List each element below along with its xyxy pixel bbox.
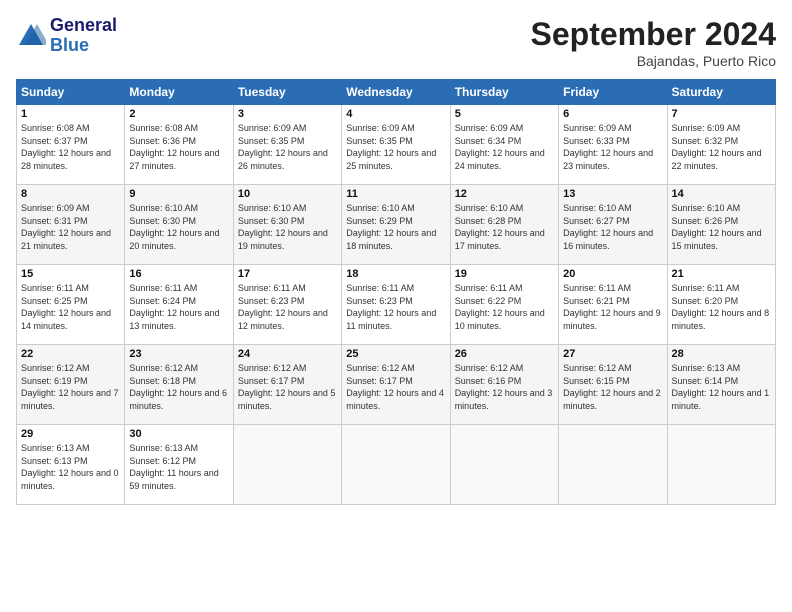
logo-text: General Blue [50, 16, 117, 56]
col-friday: Friday [559, 80, 667, 105]
day-cell-1: 1 Sunrise: 6:08 AMSunset: 6:37 PMDayligh… [17, 105, 125, 185]
day-cell-7: 7 Sunrise: 6:09 AMSunset: 6:32 PMDayligh… [667, 105, 775, 185]
day-cell-20: 20 Sunrise: 6:11 AMSunset: 6:21 PMDaylig… [559, 265, 667, 345]
day-cell-24: 24 Sunrise: 6:12 AMSunset: 6:17 PMDaylig… [233, 345, 341, 425]
day-cell-13: 13 Sunrise: 6:10 AMSunset: 6:27 PMDaylig… [559, 185, 667, 265]
day-cell-4: 4 Sunrise: 6:09 AMSunset: 6:35 PMDayligh… [342, 105, 450, 185]
day-cell-17: 17 Sunrise: 6:11 AMSunset: 6:23 PMDaylig… [233, 265, 341, 345]
page: General Blue September 2024 Bajandas, Pu… [0, 0, 792, 612]
empty-cell [342, 425, 450, 505]
col-wednesday: Wednesday [342, 80, 450, 105]
day-cell-14: 14 Sunrise: 6:10 AMSunset: 6:26 PMDaylig… [667, 185, 775, 265]
table-row: 1 Sunrise: 6:08 AMSunset: 6:37 PMDayligh… [17, 105, 776, 185]
calendar: Sunday Monday Tuesday Wednesday Thursday… [16, 79, 776, 505]
day-cell-5: 5 Sunrise: 6:09 AMSunset: 6:34 PMDayligh… [450, 105, 558, 185]
empty-cell [450, 425, 558, 505]
empty-cell [667, 425, 775, 505]
day-cell-29: 29 Sunrise: 6:13 AMSunset: 6:13 PMDaylig… [17, 425, 125, 505]
location: Bajandas, Puerto Rico [531, 53, 776, 69]
day-cell-18: 18 Sunrise: 6:11 AMSunset: 6:23 PMDaylig… [342, 265, 450, 345]
logo-icon [16, 21, 46, 51]
day-cell-19: 19 Sunrise: 6:11 AMSunset: 6:22 PMDaylig… [450, 265, 558, 345]
empty-cell [233, 425, 341, 505]
day-cell-26: 26 Sunrise: 6:12 AMSunset: 6:16 PMDaylig… [450, 345, 558, 425]
day-cell-2: 2 Sunrise: 6:08 AMSunset: 6:36 PMDayligh… [125, 105, 233, 185]
day-cell-23: 23 Sunrise: 6:12 AMSunset: 6:18 PMDaylig… [125, 345, 233, 425]
day-cell-16: 16 Sunrise: 6:11 AMSunset: 6:24 PMDaylig… [125, 265, 233, 345]
logo-blue: Blue [50, 36, 117, 56]
day-cell-3: 3 Sunrise: 6:09 AMSunset: 6:35 PMDayligh… [233, 105, 341, 185]
col-sunday: Sunday [17, 80, 125, 105]
day-cell-15: 15 Sunrise: 6:11 AMSunset: 6:25 PMDaylig… [17, 265, 125, 345]
empty-cell [559, 425, 667, 505]
col-monday: Monday [125, 80, 233, 105]
day-cell-8: 8 Sunrise: 6:09 AMSunset: 6:31 PMDayligh… [17, 185, 125, 265]
day-cell-11: 11 Sunrise: 6:10 AMSunset: 6:29 PMDaylig… [342, 185, 450, 265]
day-cell-27: 27 Sunrise: 6:12 AMSunset: 6:15 PMDaylig… [559, 345, 667, 425]
col-tuesday: Tuesday [233, 80, 341, 105]
title-section: September 2024 Bajandas, Puerto Rico [531, 16, 776, 69]
day-cell-6: 6 Sunrise: 6:09 AMSunset: 6:33 PMDayligh… [559, 105, 667, 185]
table-row: 29 Sunrise: 6:13 AMSunset: 6:13 PMDaylig… [17, 425, 776, 505]
day-cell-30: 30 Sunrise: 6:13 AMSunset: 6:12 PMDaylig… [125, 425, 233, 505]
calendar-header-row: Sunday Monday Tuesday Wednesday Thursday… [17, 80, 776, 105]
logo: General Blue [16, 16, 117, 56]
day-cell-10: 10 Sunrise: 6:10 AMSunset: 6:30 PMDaylig… [233, 185, 341, 265]
day-cell-9: 9 Sunrise: 6:10 AMSunset: 6:30 PMDayligh… [125, 185, 233, 265]
day-cell-21: 21 Sunrise: 6:11 AMSunset: 6:20 PMDaylig… [667, 265, 775, 345]
day-cell-12: 12 Sunrise: 6:10 AMSunset: 6:28 PMDaylig… [450, 185, 558, 265]
logo-general: General [50, 16, 117, 36]
table-row: 8 Sunrise: 6:09 AMSunset: 6:31 PMDayligh… [17, 185, 776, 265]
col-thursday: Thursday [450, 80, 558, 105]
day-cell-28: 28 Sunrise: 6:13 AMSunset: 6:14 PMDaylig… [667, 345, 775, 425]
month-title: September 2024 [531, 16, 776, 53]
table-row: 15 Sunrise: 6:11 AMSunset: 6:25 PMDaylig… [17, 265, 776, 345]
day-cell-25: 25 Sunrise: 6:12 AMSunset: 6:17 PMDaylig… [342, 345, 450, 425]
header: General Blue September 2024 Bajandas, Pu… [16, 16, 776, 69]
table-row: 22 Sunrise: 6:12 AMSunset: 6:19 PMDaylig… [17, 345, 776, 425]
col-saturday: Saturday [667, 80, 775, 105]
day-cell-22: 22 Sunrise: 6:12 AMSunset: 6:19 PMDaylig… [17, 345, 125, 425]
